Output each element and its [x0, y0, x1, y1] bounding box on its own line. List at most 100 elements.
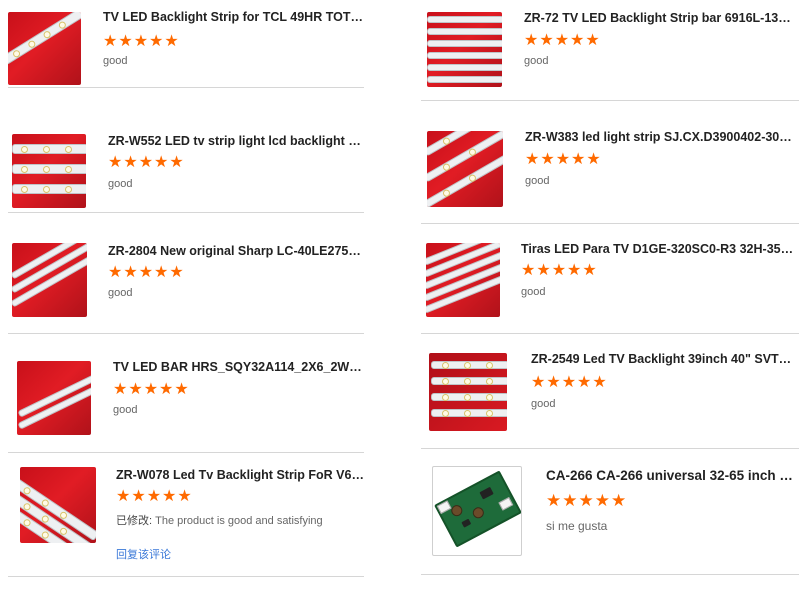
star-icon: ★ [159, 381, 174, 398]
star-icon: ★ [103, 33, 118, 50]
star-icon: ★ [540, 151, 555, 168]
star-icon: ★ [582, 262, 597, 279]
star-icon: ★ [169, 154, 184, 171]
product-title[interactable]: ZR-2549 Led TV Backlight 39inch 40" SVT3… [531, 352, 797, 366]
review-text: good [521, 286, 546, 298]
review-body: The product is good and satisfying [155, 515, 323, 527]
product-title[interactable]: ZR-W078 Led Tv Backlight Strip FoR V6DU-… [116, 468, 366, 482]
rating-stars: ★ ★ ★ ★ ★ [521, 263, 597, 279]
star-icon: ★ [539, 32, 554, 49]
star-icon: ★ [562, 491, 578, 510]
star-icon: ★ [594, 491, 610, 510]
rating-stars: ★ ★ ★ ★ ★ [103, 34, 179, 50]
product-title[interactable]: TV LED Backlight Strip for TCL 49HR TOT_… [103, 10, 363, 24]
product-thumbnail[interactable] [427, 131, 503, 207]
review-item: ZR-W383 led light strip SJ.CX.D3900402-3… [421, 100, 799, 224]
rating-stars: ★ ★ ★ ★ ★ [116, 489, 192, 505]
star-icon: ★ [551, 262, 567, 279]
star-icon: ★ [592, 374, 607, 391]
product-title[interactable]: ZR-W383 led light strip SJ.CX.D3900402-3… [525, 130, 795, 144]
star-icon: ★ [525, 151, 540, 168]
reply-link[interactable]: 回复该评论 [116, 546, 171, 562]
review-item: Tiras LED Para TV D1GE-320SC0-R3 32H-353… [421, 223, 799, 334]
star-icon: ★ [146, 488, 162, 505]
star-icon: ★ [128, 381, 143, 398]
product-thumbnail[interactable] [17, 361, 91, 435]
review-text: good [108, 287, 133, 299]
star-icon: ★ [162, 488, 177, 505]
star-icon: ★ [521, 262, 536, 279]
star-icon: ★ [578, 491, 594, 510]
product-thumbnail[interactable] [427, 12, 502, 87]
product-thumbnail[interactable] [429, 353, 507, 431]
star-icon: ★ [118, 33, 133, 50]
star-icon: ★ [554, 32, 570, 49]
star-icon: ★ [546, 374, 561, 391]
product-thumbnail[interactable] [432, 466, 522, 556]
edited-label: 已修改: [116, 515, 153, 527]
star-icon: ★ [586, 151, 601, 168]
product-title[interactable]: ZR-2804 New original Sharp LC-40LE275T L… [108, 244, 363, 258]
product-thumbnail[interactable] [20, 467, 96, 543]
star-icon: ★ [567, 262, 582, 279]
review-text: good [525, 175, 550, 187]
product-title[interactable]: ZR-72 TV LED Backlight Strip bar 6916L-1… [524, 11, 794, 25]
review-item: ZR-2804 New original Sharp LC-40LE275T L… [8, 212, 364, 334]
rating-stars: ★ ★ ★ ★ ★ [531, 375, 607, 391]
star-icon: ★ [174, 381, 189, 398]
rating-stars: ★ ★ ★ ★ ★ [524, 33, 600, 49]
review-item: ZR-W078 Led Tv Backlight Strip FoR V6DU-… [8, 452, 366, 577]
star-icon: ★ [113, 381, 128, 398]
rating-stars: ★ ★ ★ ★ ★ [108, 155, 184, 171]
review-item: ZR-W552 LED tv strip light lcd backlight… [8, 87, 364, 213]
star-icon: ★ [154, 264, 169, 281]
star-icon: ★ [570, 32, 585, 49]
star-icon: ★ [133, 33, 149, 50]
star-icon: ★ [546, 491, 562, 510]
rating-stars: ★ ★ ★ ★ ★ [108, 265, 184, 281]
review-text: good [113, 404, 138, 416]
star-icon: ★ [531, 374, 546, 391]
star-icon: ★ [577, 374, 592, 391]
star-icon: ★ [536, 262, 551, 279]
product-title[interactable]: TV LED BAR HRS_SQY32A114_2X6_2W MCPC... [113, 360, 363, 374]
star-icon: ★ [611, 491, 627, 510]
star-icon: ★ [149, 33, 164, 50]
star-icon: ★ [138, 264, 154, 281]
product-thumbnail[interactable] [12, 243, 87, 317]
review-item: ZR-72 TV LED Backlight Strip bar 6916L-1… [421, 0, 799, 101]
review-item: CA-266 CA-266 universal 32-65 inch LED ★… [421, 448, 799, 575]
review-text: good [108, 178, 133, 190]
review-text: 已修改: The product is good and satisfying [116, 512, 323, 528]
star-icon: ★ [123, 154, 138, 171]
product-title[interactable]: CA-266 CA-266 universal 32-65 inch LED [546, 468, 799, 483]
review-text: good [531, 398, 556, 410]
star-icon: ★ [555, 151, 571, 168]
rating-stars: ★ ★ ★ ★ ★ [525, 152, 601, 168]
star-icon: ★ [116, 488, 131, 505]
review-text: good [103, 55, 128, 67]
star-icon: ★ [108, 264, 123, 281]
star-icon: ★ [177, 488, 192, 505]
star-icon: ★ [164, 33, 179, 50]
product-thumbnail[interactable] [8, 12, 81, 85]
star-icon: ★ [131, 488, 146, 505]
star-icon: ★ [571, 151, 586, 168]
product-title[interactable]: ZR-W552 LED tv strip light lcd backlight… [108, 134, 363, 148]
star-icon: ★ [561, 374, 577, 391]
star-icon: ★ [108, 154, 123, 171]
star-icon: ★ [169, 264, 184, 281]
review-item: TV LED BAR HRS_SQY32A114_2X6_2W MCPC... … [8, 333, 364, 453]
star-icon: ★ [585, 32, 600, 49]
product-thumbnail[interactable] [12, 134, 86, 208]
review-item: ZR-2549 Led TV Backlight 39inch 40" SVT3… [421, 333, 799, 449]
star-icon: ★ [154, 154, 169, 171]
star-icon: ★ [138, 154, 154, 171]
star-icon: ★ [524, 32, 539, 49]
product-title[interactable]: Tiras LED Para TV D1GE-320SC0-R3 32H-353… [521, 242, 795, 256]
review-item: TV LED Backlight Strip for TCL 49HR TOT_… [8, 0, 364, 88]
rating-stars: ★ ★ ★ ★ ★ [546, 491, 627, 510]
star-icon: ★ [143, 381, 159, 398]
review-text: si me gusta [546, 519, 608, 533]
product-thumbnail[interactable] [426, 243, 500, 317]
